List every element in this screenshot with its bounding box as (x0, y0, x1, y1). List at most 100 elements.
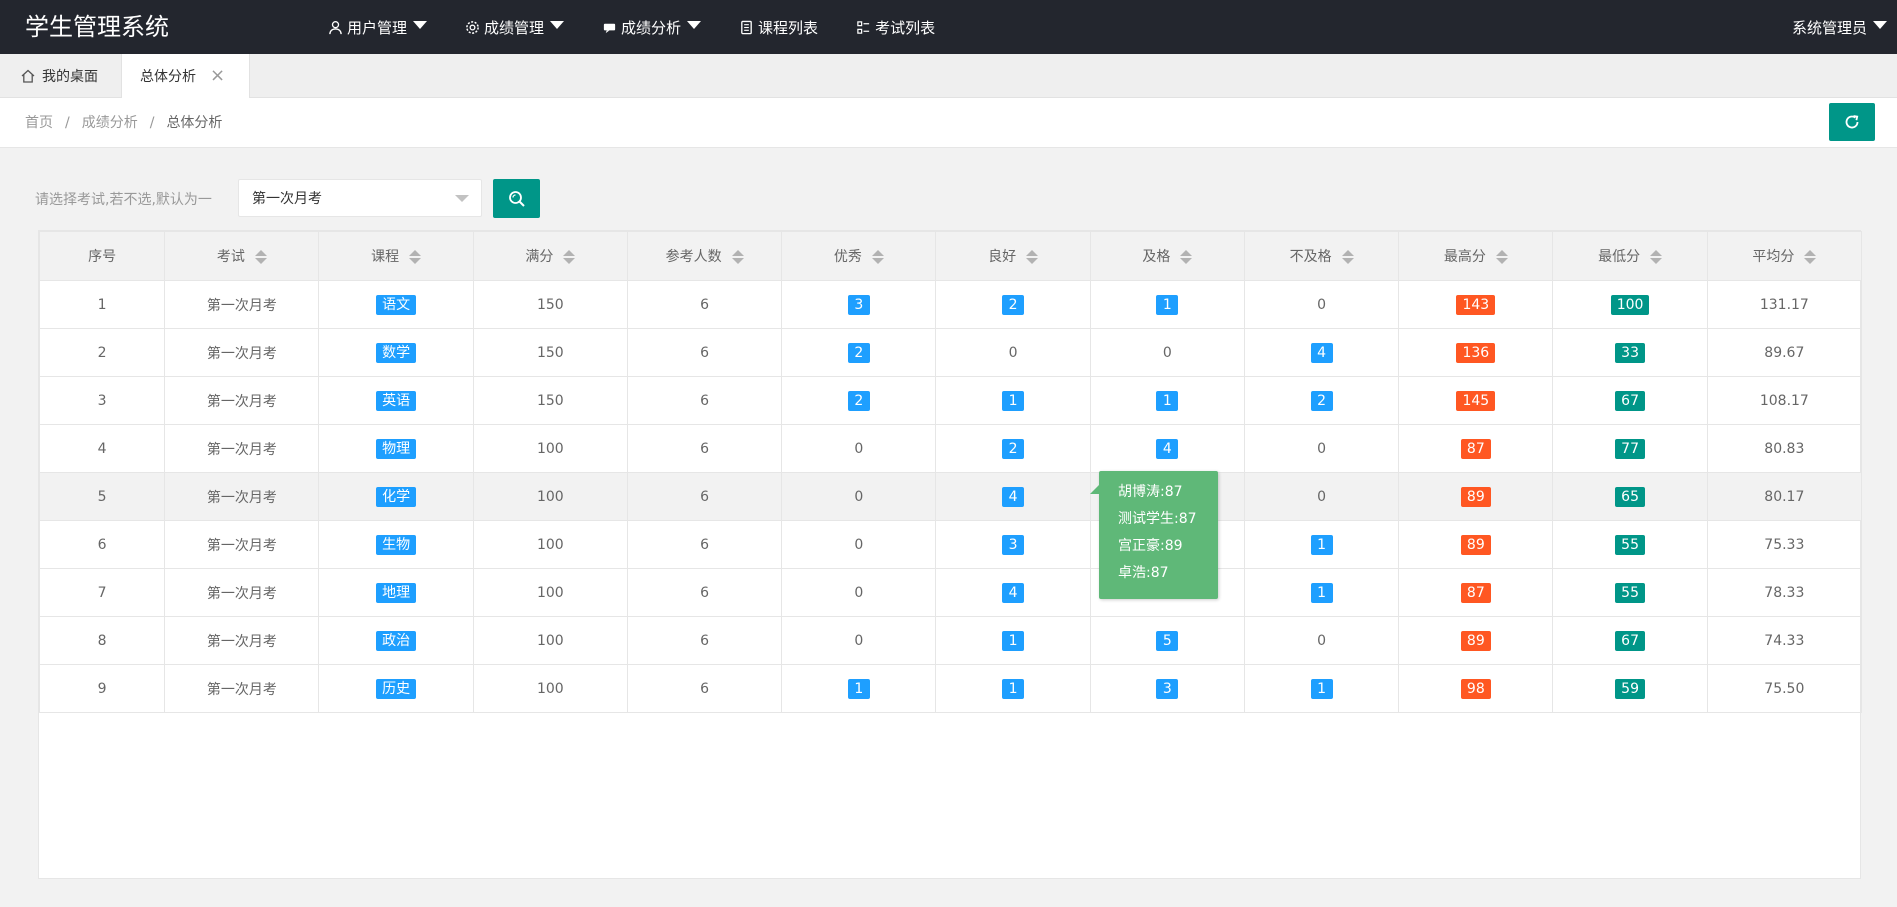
sort-icon[interactable] (1650, 250, 1663, 264)
cell-value: 第一次月考 (206, 297, 277, 314)
table-cell: 第一次月考 (164, 472, 320, 521)
sort-icon[interactable] (1804, 250, 1817, 264)
tab-overall-analysis[interactable]: 总体分析 × (122, 54, 250, 98)
cell-value: 0 (854, 584, 864, 601)
count-badge: 4 (1002, 582, 1025, 603)
cell-value: 第一次月考 (206, 441, 277, 458)
table-cell: 2 (781, 328, 937, 377)
count-badge: 物理 (376, 438, 417, 459)
count-badge: 2 (847, 342, 870, 363)
caret-down-icon (687, 21, 702, 29)
tab-label: 总体分析 (140, 69, 196, 85)
column-header-label: 良好 (988, 249, 1017, 265)
column-header[interactable]: 最高分 (1398, 231, 1554, 281)
table-cell: 55 (1552, 520, 1708, 569)
sort-icon[interactable] (563, 250, 576, 264)
table-cell: 第一次月考 (164, 520, 320, 569)
table-cell: 1 (1243, 568, 1400, 617)
sort-icon[interactable] (1495, 250, 1508, 264)
table-cell: 0 (781, 472, 937, 521)
cell-value: 第一次月考 (206, 585, 277, 602)
search-button[interactable] (493, 179, 540, 218)
table-cell: 语文 (318, 280, 474, 329)
column-header[interactable]: 及格 (1089, 231, 1245, 281)
exam-select[interactable]: 第一次月考 (238, 179, 482, 217)
column-header-label: 优秀 (833, 249, 862, 265)
count-badge: 65 (1615, 486, 1645, 507)
user-menu[interactable]: 系统管理员 (1792, 0, 1887, 54)
count-badge: 89 (1460, 630, 1491, 651)
cell-value: 131.17 (1759, 296, 1809, 313)
sort-icon[interactable] (1341, 250, 1354, 264)
table-cell: 5 (1089, 616, 1245, 665)
count-badge: 1 (847, 678, 870, 699)
nav-score-analysis[interactable]: 成绩分析 (592, 0, 711, 54)
refresh-button[interactable] (1829, 103, 1875, 141)
cell-value: 75.50 (1764, 680, 1805, 697)
chevron-down-icon (455, 195, 469, 202)
breadcrumb-parent[interactable]: 成绩分析 (82, 115, 138, 131)
breadcrumb-home[interactable]: 首页 (25, 115, 53, 131)
table-cell: 5 (38, 472, 166, 521)
column-header[interactable]: 课程 (318, 231, 474, 281)
cell-value: 6 (700, 344, 710, 361)
count-badge: 4 (1002, 486, 1025, 507)
cell-value: 第一次月考 (206, 393, 277, 410)
table-cell: 136 (1398, 328, 1554, 377)
table-cell: 143 (1398, 280, 1554, 329)
close-icon[interactable]: × (210, 67, 225, 85)
table-cell: 数学 (318, 328, 474, 377)
table-row: 1 第一次月考 语文 150 6 3 2 1 0 143 100 131.17 (38, 280, 1863, 329)
sort-icon[interactable] (409, 250, 422, 264)
count-badge: 语文 (376, 294, 417, 315)
sort-icon[interactable] (871, 250, 884, 264)
sort-icon[interactable] (1180, 250, 1193, 264)
column-header[interactable]: 考试 (164, 231, 320, 281)
column-header[interactable]: 最低分 (1552, 231, 1708, 281)
column-header-label: 平均分 (1752, 249, 1795, 265)
table-cell: 100 (1552, 280, 1708, 329)
table-cell: 74.33 (1706, 616, 1863, 665)
count-badge: 英语 (376, 390, 417, 411)
nav-label: 用户管理 (347, 18, 408, 37)
column-header[interactable]: 参考人数 (626, 231, 783, 281)
cell-value: 100 (536, 680, 564, 697)
cell-value: 108.17 (1759, 392, 1809, 409)
cell-value: 75.33 (1764, 536, 1805, 553)
pass-students-tooltip: 胡博涛:87 测试学生:87 宫正豪:89 卓浩:87 (1090, 471, 1218, 599)
nav-course-list[interactable]: 课程列表 (729, 0, 828, 54)
cell-value: 5 (97, 488, 107, 505)
cell-value: 6 (700, 632, 710, 649)
nav-score-management[interactable]: 成绩管理 (455, 0, 574, 54)
count-badge: 89 (1460, 534, 1491, 555)
cell-value: 150 (536, 344, 564, 361)
table-cell: 历史 (318, 664, 474, 713)
table-cell: 2 (781, 376, 937, 425)
cell-value: 第一次月考 (206, 681, 277, 698)
sort-icon[interactable] (1026, 250, 1039, 264)
cell-value: 100 (536, 584, 564, 601)
column-header[interactable]: 不及格 (1243, 231, 1400, 281)
table-cell: 6 (626, 376, 783, 425)
sort-icon[interactable] (254, 250, 267, 264)
cell-value: 6 (700, 440, 710, 457)
tab-home[interactable]: 我的桌面 (0, 54, 122, 98)
main-nav: 用户管理 成绩管理 成绩分析 课程列表 考试列表 (318, 0, 963, 54)
cell-value: 100 (536, 536, 564, 553)
search-icon (508, 190, 525, 207)
nav-user-management[interactable]: 用户管理 (318, 0, 437, 54)
column-header[interactable]: 良好 (935, 231, 1091, 281)
table-cell: 1 (1089, 376, 1245, 425)
nav-exam-list[interactable]: 考试列表 (846, 0, 945, 54)
sort-icon[interactable] (731, 250, 744, 264)
column-header[interactable]: 满分 (472, 231, 628, 281)
cell-value: 2 (97, 344, 107, 361)
count-badge: 历史 (376, 678, 417, 699)
table-cell: 100 (472, 472, 628, 521)
table-cell: 4 (1089, 424, 1245, 473)
table-cell: 75.33 (1706, 520, 1863, 569)
column-header[interactable]: 优秀 (781, 231, 937, 281)
column-header[interactable]: 平均分 (1706, 231, 1863, 281)
table-cell: 1 (935, 616, 1091, 665)
cell-value: 0 (1008, 344, 1018, 361)
